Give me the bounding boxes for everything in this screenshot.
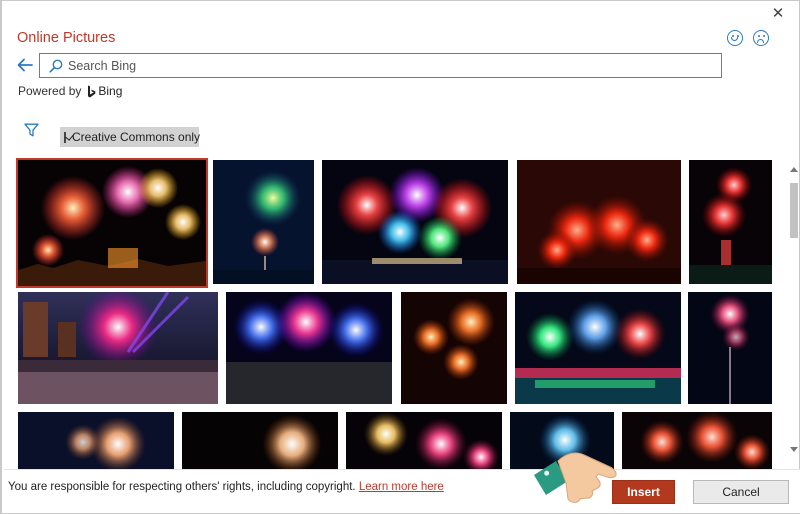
fireworks-image (18, 412, 174, 469)
image-result-tile[interactable] (510, 412, 614, 469)
fireworks-image (689, 160, 772, 284)
copyright-notice: You are responsible for respecting other… (8, 481, 444, 493)
insert-button[interactable]: Insert (612, 480, 675, 504)
image-result-tile[interactable] (346, 412, 502, 469)
fireworks-image (515, 292, 681, 404)
image-result-tile[interactable] (322, 160, 508, 284)
fireworks-image (213, 160, 314, 284)
image-results-grid (2, 156, 784, 469)
image-result-tile[interactable] (213, 160, 314, 284)
fireworks-image (346, 412, 502, 469)
creative-commons-checkbox[interactable] (64, 131, 66, 143)
filter-icon[interactable] (24, 123, 39, 137)
image-result-tile[interactable] (226, 292, 392, 404)
bing-b-icon (88, 85, 96, 97)
results-scrollbar[interactable] (788, 159, 800, 459)
fireworks-image (622, 412, 772, 469)
fireworks-image (18, 160, 206, 286)
creative-commons-label: Creative Commons only (72, 130, 201, 144)
close-icon[interactable]: ✕ (769, 5, 787, 23)
image-result-tile[interactable] (182, 412, 338, 469)
image-result-tile[interactable] (515, 292, 681, 404)
cancel-button[interactable]: Cancel (693, 480, 789, 504)
scroll-down-arrow-icon[interactable] (790, 447, 798, 452)
frown-icon[interactable] (753, 30, 769, 46)
image-result-tile[interactable] (688, 292, 772, 404)
image-result-tile[interactable] (517, 160, 681, 284)
fireworks-image (401, 292, 507, 404)
dialog-footer: You are responsible for respecting other… (4, 469, 800, 513)
fireworks-image (226, 292, 392, 404)
fireworks-image (517, 160, 681, 284)
copyright-notice-text: You are responsible for respecting other… (8, 481, 356, 493)
image-result-tile[interactable] (16, 158, 208, 288)
image-result-tile[interactable] (689, 160, 772, 284)
search-box[interactable] (39, 53, 722, 78)
fireworks-image (18, 292, 218, 404)
search-icon (49, 59, 63, 73)
image-result-tile[interactable] (18, 412, 174, 469)
fireworks-image (688, 292, 772, 404)
powered-by: Powered by Bing (18, 84, 122, 98)
image-result-tile[interactable] (18, 292, 218, 404)
powered-by-label: Powered by (18, 84, 82, 98)
image-result-tile[interactable] (401, 292, 507, 404)
bing-logo-text: Bing (98, 84, 123, 98)
back-arrow-icon[interactable] (17, 58, 33, 72)
creative-commons-toggle[interactable]: Creative Commons only (60, 127, 201, 147)
learn-more-link[interactable]: Learn more here (359, 481, 444, 493)
scrollbar-thumb[interactable] (790, 183, 798, 238)
bing-logo: Bing (87, 84, 122, 98)
online-pictures-dialog: ✕ Online Pictures Powered by Bing Creati… (0, 0, 800, 514)
smile-icon[interactable] (727, 30, 743, 46)
fireworks-image (322, 160, 508, 284)
image-result-tile[interactable] (622, 412, 772, 469)
search-input[interactable] (68, 57, 708, 75)
dialog-title: Online Pictures (17, 30, 116, 46)
fireworks-image (182, 412, 338, 469)
fireworks-image (510, 412, 614, 469)
scroll-up-arrow-icon[interactable] (790, 167, 798, 172)
